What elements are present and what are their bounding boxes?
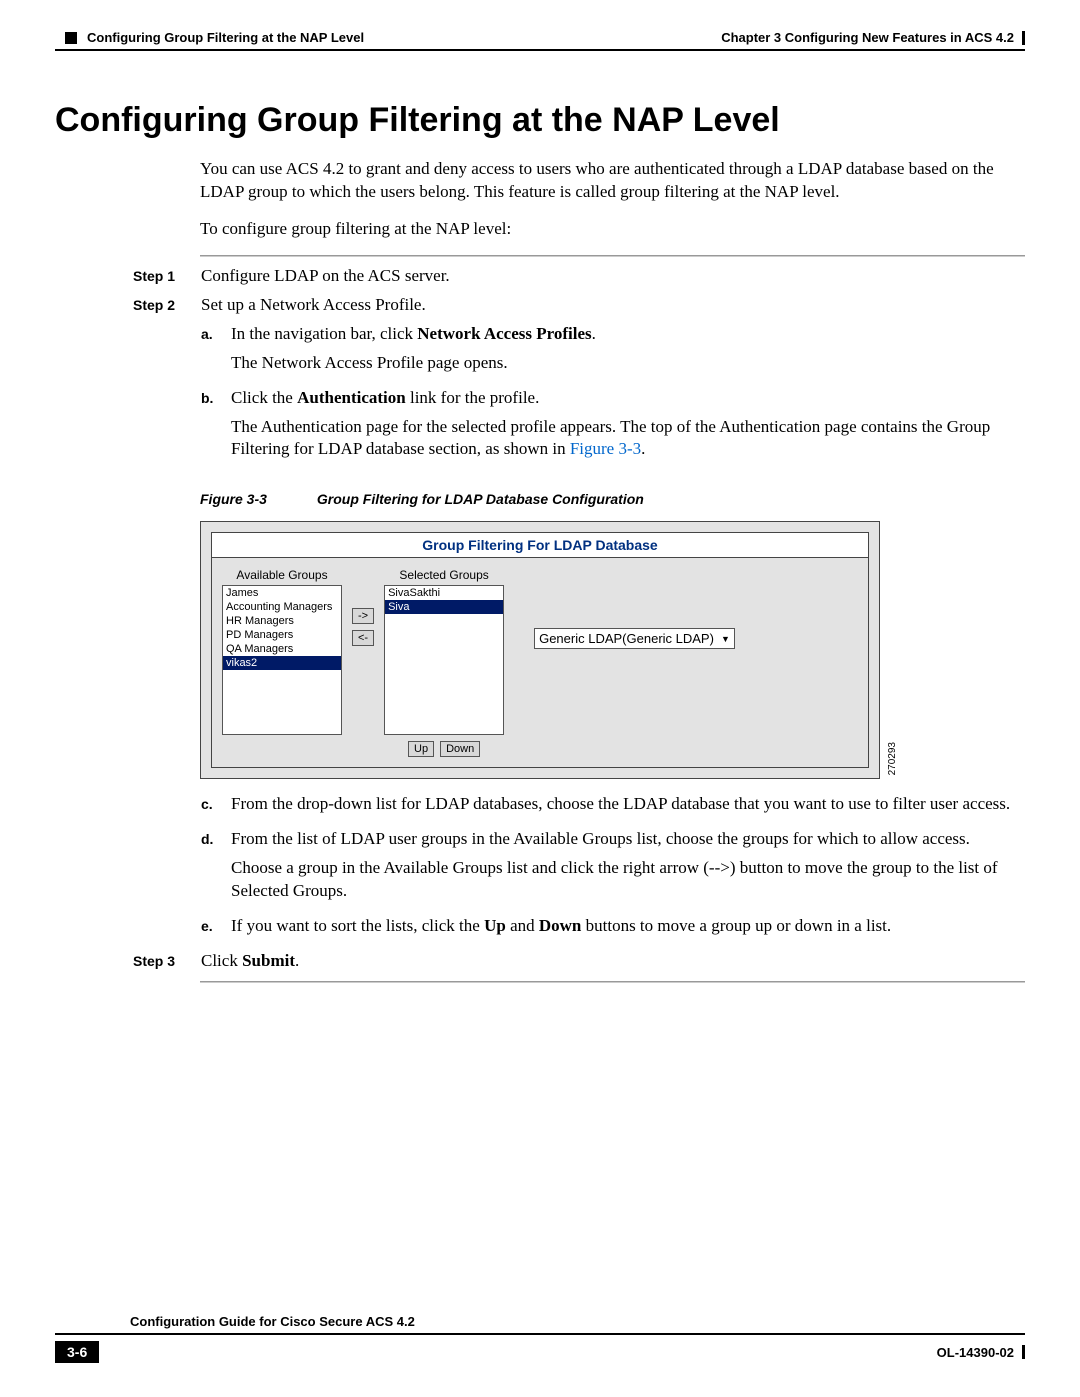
list-item[interactable]: Siva bbox=[385, 600, 503, 614]
list-item[interactable]: QA Managers bbox=[223, 642, 341, 656]
figure-link[interactable]: Figure 3-3 bbox=[570, 439, 641, 458]
steps-top-rule bbox=[200, 255, 1025, 257]
list-item[interactable]: James bbox=[223, 586, 341, 600]
footer-guide-title: Configuration Guide for Cisco Secure ACS… bbox=[130, 1314, 1025, 1329]
steps-bottom-rule bbox=[200, 981, 1025, 983]
intro-paragraph-2: To configure group filtering at the NAP … bbox=[200, 218, 1025, 241]
step-2-label: Step 2 bbox=[133, 294, 201, 317]
substep-a-line2: The Network Access Profile page opens. bbox=[231, 352, 1025, 375]
figure-3-3: Group Filtering For LDAP Database Availa… bbox=[200, 521, 880, 779]
substep-b-label: b. bbox=[201, 387, 231, 468]
substep-a-label: a. bbox=[201, 323, 231, 381]
footer-doc-id: OL-14390-02 bbox=[937, 1345, 1014, 1360]
substep-d-line1: From the list of LDAP user groups in the… bbox=[231, 828, 1025, 851]
available-groups-list[interactable]: James Accounting Managers HR Managers PD… bbox=[222, 585, 342, 735]
list-item[interactable]: PD Managers bbox=[223, 628, 341, 642]
list-item[interactable]: HR Managers bbox=[223, 614, 341, 628]
substep-a-line1: In the navigation bar, click Network Acc… bbox=[231, 323, 1025, 346]
intro-paragraph-1: You can use ACS 4.2 to grant and deny ac… bbox=[200, 158, 1025, 204]
substep-b-line2: The Authentication page for the selected… bbox=[231, 416, 1025, 462]
down-button[interactable]: Down bbox=[440, 741, 480, 757]
footer-bar-icon bbox=[1022, 1345, 1025, 1359]
header-marker-icon bbox=[65, 32, 77, 44]
substep-e-label: e. bbox=[201, 915, 231, 944]
step-2-text: Set up a Network Access Profile. bbox=[201, 294, 1025, 317]
up-button[interactable]: Up bbox=[408, 741, 434, 757]
page-number: 3-6 bbox=[55, 1341, 99, 1363]
move-left-button[interactable]: <- bbox=[352, 630, 374, 646]
substep-d-line2: Choose a group in the Available Groups l… bbox=[231, 857, 1025, 903]
substep-c-label: c. bbox=[201, 793, 231, 822]
step-1-label: Step 1 bbox=[133, 265, 201, 288]
substep-c-text: From the drop-down list for LDAP databas… bbox=[231, 793, 1025, 816]
header-chapter: Chapter 3 Configuring New Features in AC… bbox=[721, 30, 1014, 45]
page-title: Configuring Group Filtering at the NAP L… bbox=[55, 101, 1025, 140]
header-rule bbox=[55, 49, 1025, 51]
selected-groups-label: Selected Groups bbox=[399, 568, 488, 582]
header-section: Configuring Group Filtering at the NAP L… bbox=[87, 30, 364, 45]
step-3-text: Click Submit. bbox=[201, 950, 1025, 973]
substep-e-text: If you want to sort the lists, click the… bbox=[231, 915, 1025, 938]
substep-d-label: d. bbox=[201, 828, 231, 909]
step-3-label: Step 3 bbox=[133, 950, 201, 973]
list-item[interactable]: vikas2 bbox=[223, 656, 341, 670]
figure-image-id: 270293 bbox=[887, 742, 898, 775]
selected-groups-list[interactable]: SivaSakthi Siva bbox=[384, 585, 504, 735]
substep-b-line1: Click the Authentication link for the pr… bbox=[231, 387, 1025, 410]
list-item[interactable]: Accounting Managers bbox=[223, 600, 341, 614]
step-1-text: Configure LDAP on the ACS server. bbox=[201, 265, 1025, 288]
footer-rule bbox=[55, 1333, 1025, 1335]
ldap-database-select[interactable]: Generic LDAP(Generic LDAP) bbox=[534, 628, 735, 649]
available-groups-label: Available Groups bbox=[236, 568, 327, 582]
header-bar-icon bbox=[1022, 31, 1025, 45]
figure-panel-title: Group Filtering For LDAP Database bbox=[212, 533, 868, 558]
figure-caption: Figure 3-3Group Filtering for LDAP Datab… bbox=[200, 491, 1025, 507]
list-item[interactable]: SivaSakthi bbox=[385, 586, 503, 600]
move-right-button[interactable]: -> bbox=[352, 608, 374, 624]
